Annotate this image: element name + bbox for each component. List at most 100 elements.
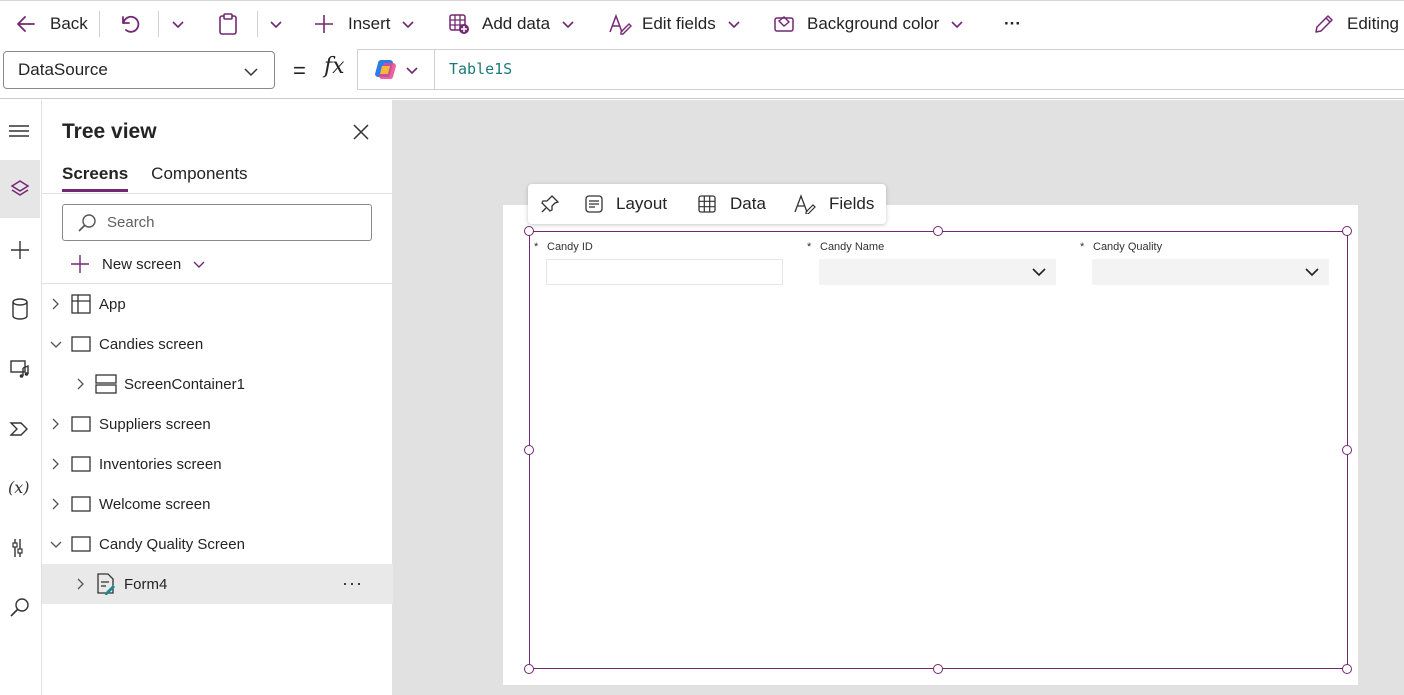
tree-node-form4[interactable]: Form4 ··· — [42, 564, 393, 604]
pencil-icon — [1315, 14, 1333, 33]
resize-handle-n[interactable] — [933, 226, 943, 236]
fx-icon[interactable]: fx — [324, 54, 345, 79]
database-icon — [12, 298, 28, 320]
pin-icon — [541, 195, 560, 213]
chevron-down-icon — [1305, 268, 1319, 277]
resize-handle-s[interactable] — [933, 664, 943, 674]
hamburger-icon — [9, 125, 29, 137]
tree-node-screencontainer1[interactable]: ScreenContainer1 — [42, 364, 393, 404]
more-options-button[interactable]: ··· — [342, 573, 363, 594]
paint-bucket-icon — [774, 15, 794, 32]
field-label: Candy Quality — [1093, 241, 1163, 253]
edit-fields-label: Edit fields — [642, 13, 716, 33]
new-screen-label: New screen — [102, 255, 182, 273]
power-automate-rail-button[interactable] — [0, 400, 40, 458]
insert-rail-button[interactable] — [0, 221, 40, 279]
required-marker: * — [1080, 241, 1085, 253]
editing-mode-button[interactable]: Editing — [1313, 1, 1399, 47]
chevron-down-icon — [244, 68, 258, 77]
search-icon — [10, 598, 29, 617]
flow-icon — [9, 422, 28, 436]
chevron-right-icon — [52, 418, 59, 430]
more-commands-button[interactable]: ··· — [1004, 1, 1021, 47]
panel-title: Tree view — [62, 120, 157, 143]
variables-rail-button[interactable]: (x) — [0, 459, 40, 517]
add-data-button[interactable]: Add data — [448, 1, 576, 47]
copilot-button[interactable] — [358, 50, 435, 89]
layout-label: Layout — [616, 194, 668, 213]
layout-button[interactable]: Layout — [584, 184, 667, 224]
new-screen-button[interactable]: New screen — [70, 252, 207, 276]
divider — [257, 11, 258, 37]
data-button[interactable]: Data — [697, 184, 766, 224]
undo-button[interactable] — [117, 1, 141, 47]
search-placeholder: Search — [107, 214, 155, 231]
edit-fields-button[interactable]: Edit fields — [608, 1, 742, 47]
table-add-icon — [449, 13, 469, 34]
resize-handle-ne[interactable] — [1342, 226, 1352, 236]
resize-handle-nw[interactable] — [524, 226, 534, 236]
tree-node-label: Welcome screen — [99, 496, 211, 513]
undo-dropdown-button[interactable] — [170, 1, 186, 47]
tab-screens[interactable]: Screens — [62, 164, 129, 192]
candy-quality-dropdown[interactable] — [1092, 259, 1329, 285]
divider — [158, 11, 159, 37]
formula-text[interactable]: Table1S — [449, 60, 512, 78]
search-input[interactable]: Search — [62, 204, 372, 241]
more-label: ··· — [1004, 13, 1021, 33]
paste-dropdown-button[interactable] — [268, 1, 284, 47]
candy-name-dropdown[interactable] — [819, 259, 1056, 285]
tab-components[interactable]: Components — [151, 164, 247, 192]
insert-button[interactable]: Insert — [313, 1, 416, 47]
tree-view-button[interactable] — [0, 160, 40, 218]
layout-icon — [585, 195, 603, 213]
field-label: Candy ID — [547, 241, 593, 253]
form-selection[interactable] — [529, 231, 1348, 669]
back-button[interactable]: Back — [14, 1, 88, 47]
chevron-down-icon — [270, 20, 282, 28]
screen-icon — [71, 336, 91, 352]
chevron-down-icon — [728, 20, 740, 28]
equals-sign: = — [293, 58, 306, 83]
pin-button[interactable] — [540, 184, 560, 224]
chevron-down-icon — [50, 541, 62, 548]
tree-node-label: Suppliers screen — [99, 416, 211, 433]
formula-bar: DataSource = fx Table1S — [0, 46, 1404, 99]
tree-node-suppliers-screen[interactable]: Suppliers screen — [42, 404, 393, 444]
tree-node-welcome-screen[interactable]: Welcome screen — [42, 484, 393, 524]
chevron-down-icon — [193, 261, 205, 268]
design-canvas[interactable]: * Candy ID * Candy Name * Candy Quality … — [393, 100, 1404, 695]
fields-label: Fields — [829, 194, 875, 213]
tree-node-inventories-screen[interactable]: Inventories screen — [42, 444, 393, 484]
background-color-button[interactable]: Background color — [773, 1, 965, 47]
property-dropdown[interactable]: DataSource — [3, 51, 275, 89]
chevron-right-icon — [77, 378, 84, 390]
plus-icon — [71, 255, 89, 273]
resize-handle-sw[interactable] — [524, 664, 534, 674]
paste-button[interactable] — [217, 1, 239, 47]
resize-handle-w[interactable] — [524, 445, 534, 455]
close-panel-button[interactable] — [351, 122, 371, 142]
media-rail-button[interactable] — [0, 340, 40, 398]
chevron-down-icon — [1032, 268, 1046, 277]
candy-id-input[interactable] — [546, 259, 783, 285]
variable-icon: (x) — [8, 478, 30, 497]
data-rail-button[interactable] — [0, 280, 40, 338]
fields-button[interactable]: Fields — [794, 184, 874, 224]
screen-icon — [71, 416, 91, 432]
menu-button[interactable] — [0, 102, 40, 160]
insert-label: Insert — [348, 13, 391, 33]
tree-node-candy-quality-screen[interactable]: Candy Quality Screen — [42, 524, 393, 564]
resize-handle-e[interactable] — [1342, 445, 1352, 455]
add-data-label: Add data — [482, 13, 551, 33]
tree-tabs: Screens Components — [62, 164, 248, 192]
tree-node-app[interactable]: App — [42, 284, 393, 324]
chevron-down-icon — [406, 67, 418, 75]
advanced-tools-rail-button[interactable] — [0, 519, 40, 577]
resize-handle-se[interactable] — [1342, 664, 1352, 674]
chevron-down-icon — [562, 20, 574, 28]
formula-editor[interactable]: Table1S — [357, 49, 1404, 90]
screen-icon — [71, 536, 91, 552]
tree-node-candies-screen[interactable]: Candies screen — [42, 324, 393, 364]
search-rail-button[interactable] — [0, 579, 40, 637]
